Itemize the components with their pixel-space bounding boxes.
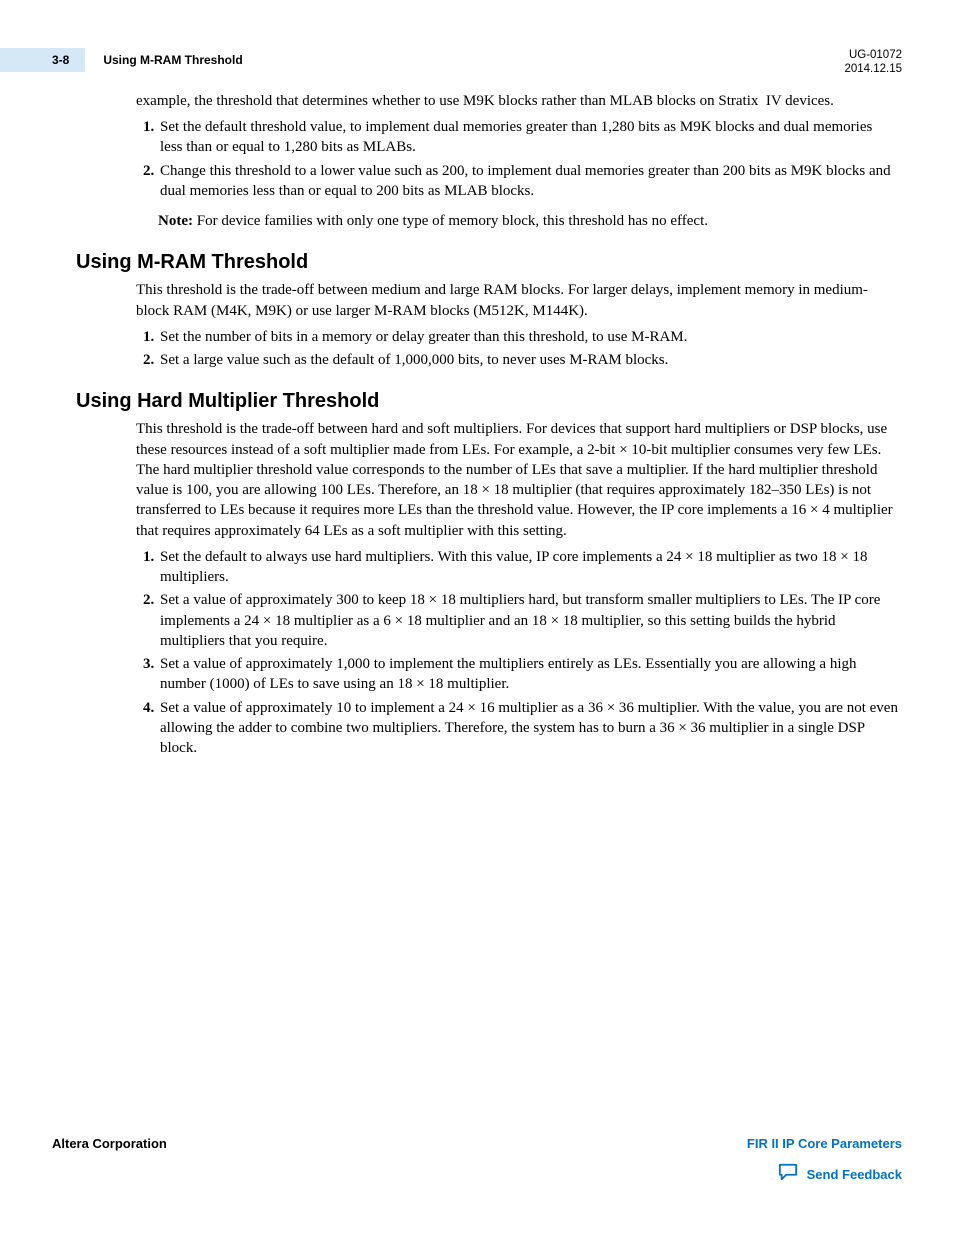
section-heading-hard-multiplier: Using Hard Multiplier Threshold: [76, 388, 898, 415]
footer-company: Altera Corporation: [52, 1135, 167, 1153]
note-text: For device families with only one type o…: [197, 213, 708, 229]
page-body: example, the threshold that determines w…: [52, 91, 902, 759]
intro-ordered-list: Set the default threshold value, to impl…: [136, 117, 898, 201]
hard-ordered-list: Set the default to always use hard multi…: [136, 547, 898, 759]
list-item: Set a value of approximately 300 to keep…: [158, 590, 898, 651]
doc-date: 2014.12.15: [844, 62, 902, 76]
feedback-icon[interactable]: [777, 1162, 799, 1187]
list-item: Set the number of bits in a memory or de…: [158, 327, 898, 347]
mram-ordered-list: Set the number of bits in a memory or de…: [136, 327, 898, 371]
note-paragraph: Note: For device families with only one …: [158, 211, 898, 231]
list-item: Set a value of approximately 1,000 to im…: [158, 654, 898, 695]
note-label: Note:: [158, 213, 193, 229]
page-header: 3-8 Using M-RAM Threshold UG-01072 2014.…: [52, 48, 902, 77]
mram-paragraph: This threshold is the trade-off between …: [136, 280, 898, 321]
intro-paragraph: example, the threshold that determines w…: [136, 91, 898, 111]
send-feedback-link[interactable]: Send Feedback: [807, 1166, 902, 1184]
list-item: Set a value of approximately 10 to imple…: [158, 698, 898, 759]
list-item: Set a large value such as the default of…: [158, 350, 898, 370]
page-number-badge: 3-8: [0, 48, 85, 72]
section-heading-mram: Using M-RAM Threshold: [76, 249, 898, 276]
doc-id: UG-01072: [844, 48, 902, 62]
footer-doc-link[interactable]: FIR II IP Core Parameters: [747, 1135, 902, 1153]
list-item: Set the default to always use hard multi…: [158, 547, 898, 588]
hard-paragraph: This threshold is the trade-off between …: [136, 419, 898, 541]
list-item: Change this threshold to a lower value s…: [158, 161, 898, 202]
list-item: Set the default threshold value, to impl…: [158, 117, 898, 158]
running-header-title: Using M-RAM Threshold: [103, 52, 242, 68]
page-footer: Altera Corporation FIR II IP Core Parame…: [52, 1135, 902, 1187]
